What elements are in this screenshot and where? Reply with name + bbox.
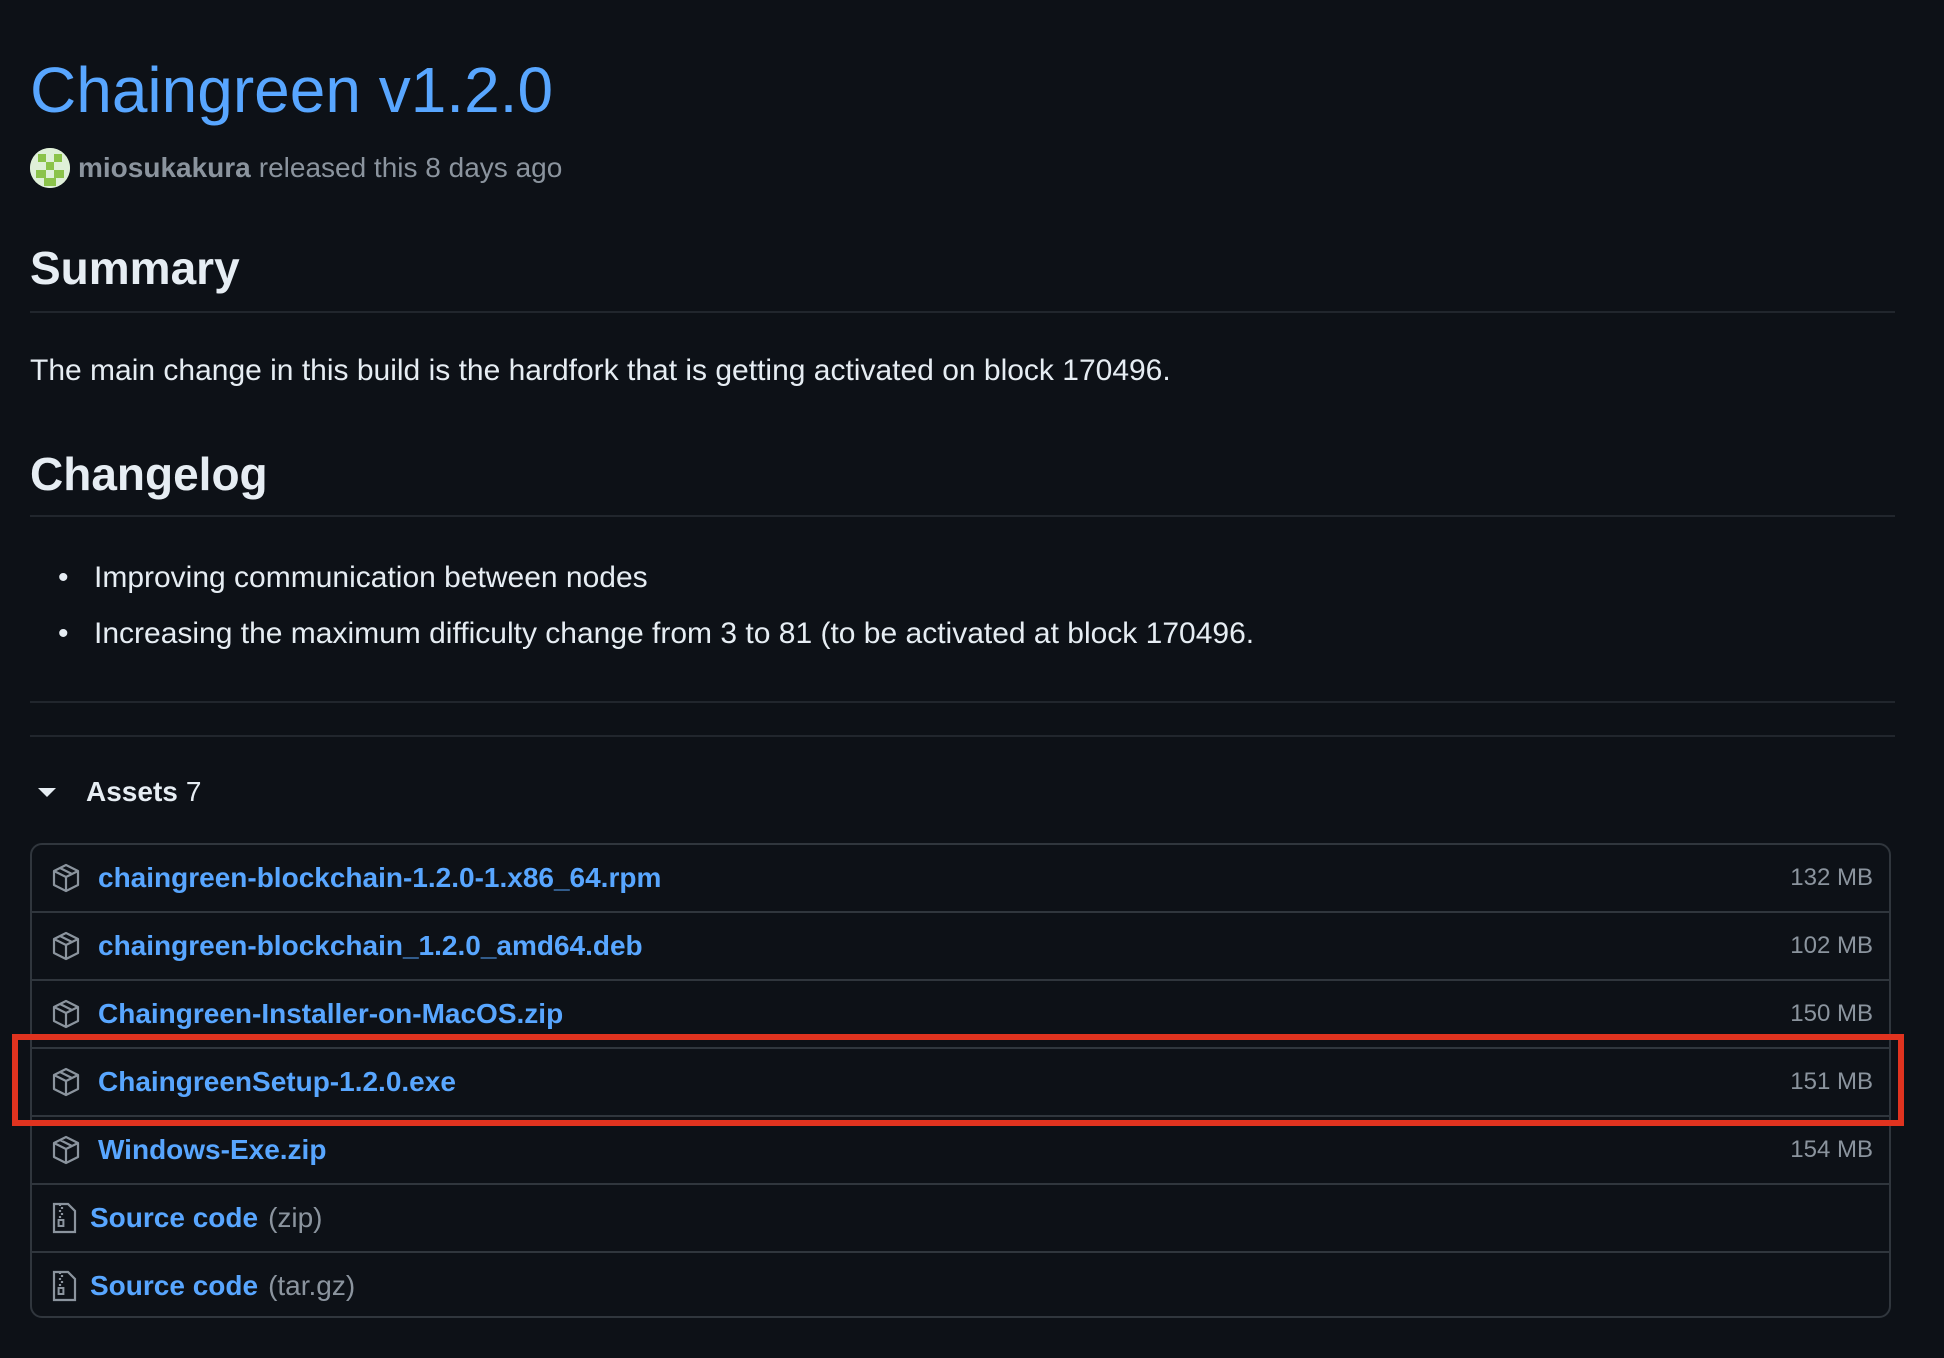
- summary-text: The main change in this build is the har…: [30, 354, 1171, 387]
- avatar[interactable]: [30, 148, 70, 188]
- assets-divider: [30, 735, 1895, 737]
- asset-format: (tar.gz): [268, 1270, 356, 1301]
- asset-link[interactable]: Source code: [90, 1270, 258, 1302]
- asset-link[interactable]: ChaingreenSetup-1.2.0.exe: [98, 1066, 456, 1098]
- package-icon: [52, 863, 80, 893]
- asset-row: chaingreen-blockchain_1.2.0_amd64.deb 10…: [32, 911, 1889, 979]
- assets-toggle[interactable]: Assets 7: [30, 770, 201, 814]
- summary-heading: Summary: [30, 242, 240, 294]
- released-text: released this 8 days ago: [258, 152, 563, 183]
- file-zip-icon: [52, 1270, 77, 1302]
- asset-link[interactable]: Chaingreen-Installer-on-MacOS.zip: [98, 998, 563, 1030]
- asset-row: Chaingreen-Installer-on-MacOS.zip 150 MB: [32, 979, 1889, 1047]
- list-item: • Improving communication between nodes: [58, 561, 648, 594]
- asset-row: Source code (tar.gz): [32, 1251, 1889, 1316]
- assets-list: chaingreen-blockchain-1.2.0-1.x86_64.rpm…: [30, 843, 1891, 1318]
- changelog-heading: Changelog: [30, 448, 268, 500]
- package-icon: [52, 1135, 80, 1165]
- changelog-list: • Improving communication between nodes •…: [30, 550, 1254, 662]
- assets-count: 7: [185, 776, 202, 807]
- package-icon: [52, 1067, 80, 1097]
- asset-size: 150 MB: [1790, 1000, 1873, 1027]
- asset-row-highlighted: ChaingreenSetup-1.2.0.exe 151 MB: [32, 1047, 1889, 1115]
- asset-row: Source code (zip): [32, 1183, 1889, 1251]
- asset-format: (zip): [268, 1202, 323, 1233]
- changelog-divider: [30, 515, 1895, 517]
- asset-size: 132 MB: [1790, 864, 1873, 891]
- asset-link[interactable]: chaingreen-blockchain_1.2.0_amd64.deb: [98, 930, 643, 962]
- asset-link[interactable]: Windows-Exe.zip: [98, 1134, 326, 1166]
- package-icon: [52, 999, 80, 1029]
- asset-row: chaingreen-blockchain-1.2.0-1.x86_64.rpm…: [32, 845, 1889, 911]
- package-icon: [52, 931, 80, 961]
- asset-size: 102 MB: [1790, 932, 1873, 959]
- asset-link[interactable]: Source code: [90, 1202, 258, 1234]
- release-title[interactable]: Chaingreen v1.2.0: [30, 50, 553, 130]
- file-zip-icon: [52, 1202, 77, 1234]
- caret-down-icon: [38, 787, 56, 797]
- asset-link[interactable]: chaingreen-blockchain-1.2.0-1.x86_64.rpm: [98, 862, 661, 894]
- author-link[interactable]: miosukakura: [78, 152, 251, 184]
- summary-divider: [30, 311, 1895, 313]
- changelog-item-text: Increasing the maximum difficulty change…: [94, 617, 1255, 650]
- assets-label: Assets: [86, 776, 178, 807]
- asset-row: Windows-Exe.zip 154 MB: [32, 1115, 1889, 1183]
- release-byline: miosukakura released this 8 days ago: [30, 146, 562, 190]
- list-item: • Increasing the maximum difficulty chang…: [58, 617, 1255, 650]
- asset-size: 151 MB: [1790, 1068, 1873, 1095]
- release-page: Chaingreen v1.2.0 miosukakura released t…: [0, 0, 1944, 1358]
- changelog-item-text: Improving communication between nodes: [94, 561, 648, 594]
- body-end-divider: [30, 701, 1895, 703]
- asset-size: 154 MB: [1790, 1136, 1873, 1163]
